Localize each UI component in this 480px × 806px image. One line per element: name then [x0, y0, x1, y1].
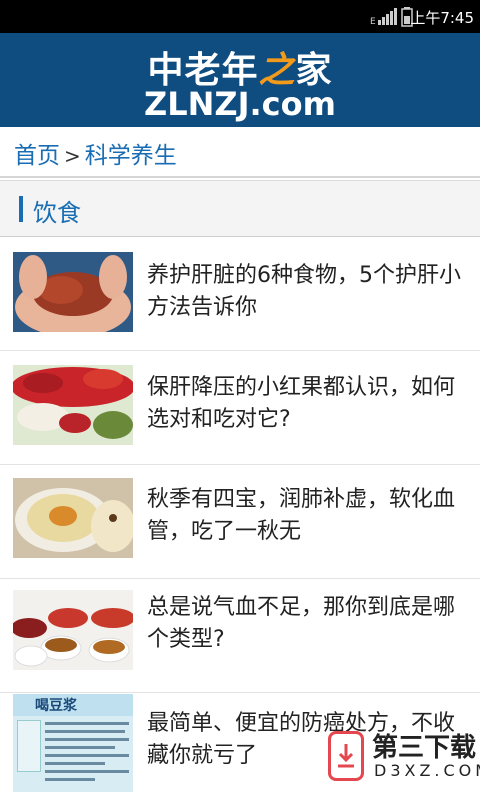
- divider: [0, 176, 480, 178]
- article-thumbnail: 喝豆浆: [13, 694, 133, 792]
- article-thumbnail: [13, 478, 133, 558]
- download-brand-name: 第三下载: [372, 733, 477, 763]
- article-thumbnail: [13, 252, 133, 332]
- breadcrumb-current-link[interactable]: 科学养生: [85, 143, 177, 169]
- article-item[interactable]: 养护肝脏的6种食物，5个护肝小方法告诉你: [0, 236, 480, 351]
- breadcrumb-separator: >: [64, 144, 81, 168]
- article-item[interactable]: 总是说气血不足，那你到底是哪个类型?: [0, 578, 480, 693]
- article-title[interactable]: 养护肝脏的6种食物，5个护肝小方法告诉你: [147, 260, 467, 324]
- article-item[interactable]: 秋季有四宝，润肺补虚，软化血管，吃了一秋无: [0, 464, 480, 579]
- article-title[interactable]: 保肝降压的小红果都认识，如何选对和吃对它?: [147, 372, 467, 436]
- site-domain: ZLNZJ.com: [144, 85, 336, 123]
- category-header: 饮食: [0, 180, 480, 237]
- article-thumbnail: [13, 365, 133, 445]
- signal-icon: E: [370, 8, 397, 26]
- clock: 上午7:45: [410, 9, 474, 27]
- svg-text:E: E: [370, 17, 376, 26]
- category-marker: [19, 196, 23, 222]
- download-brand-domain: D3XZ.COM: [374, 761, 480, 780]
- download-icon: [328, 731, 364, 781]
- site-header: 中老年之家 ZLNZJ.com: [0, 33, 480, 127]
- download-badge[interactable]: 第三下载 D3XZ.COM: [328, 725, 480, 793]
- breadcrumb-home-link[interactable]: 首页: [14, 143, 60, 169]
- article-title[interactable]: 秋季有四宝，润肺补虚，软化血管，吃了一秋无: [147, 484, 467, 548]
- status-bar: E 上午7:45: [0, 0, 480, 33]
- category-title: 饮食: [33, 199, 81, 227]
- thumbnail-heading: 喝豆浆: [35, 698, 77, 714]
- article-thumbnail: [13, 590, 133, 670]
- article-title[interactable]: 总是说气血不足，那你到底是哪个类型?: [147, 592, 467, 656]
- breadcrumb: 首页 > 科学养生: [14, 136, 177, 170]
- article-item[interactable]: 保肝降压的小红果都认识，如何选对和吃对它?: [0, 350, 480, 465]
